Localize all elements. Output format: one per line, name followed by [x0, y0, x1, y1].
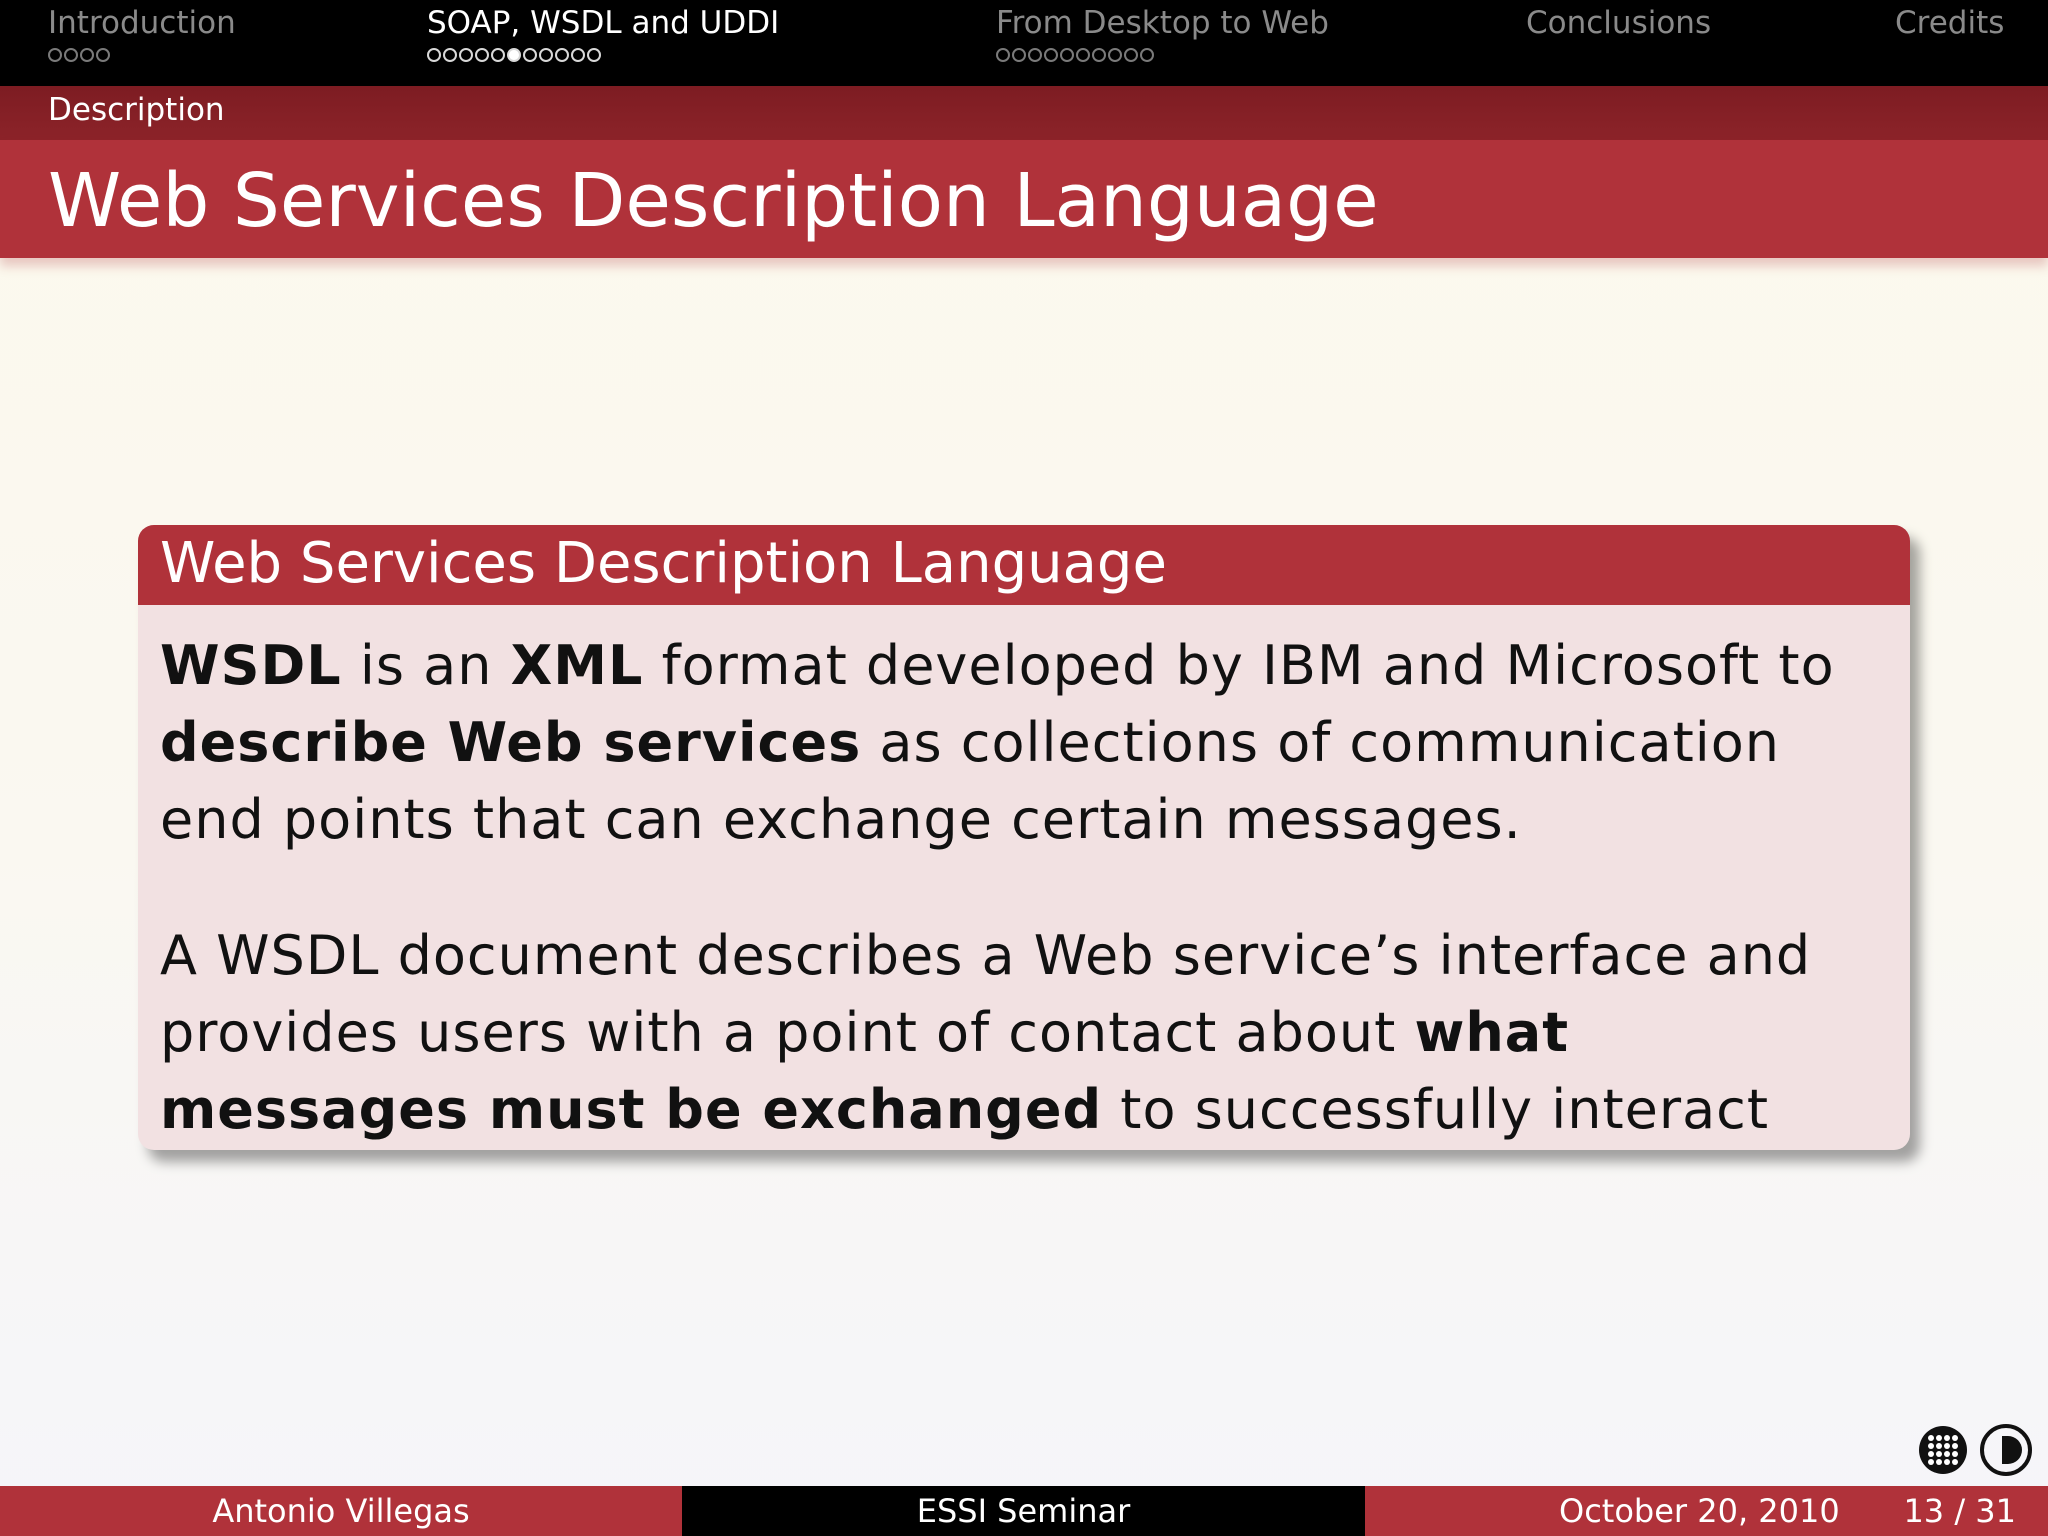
emphasis-term: describe Web services [160, 711, 862, 774]
frame-dot[interactable] [587, 48, 601, 62]
frame-dot[interactable] [475, 48, 489, 62]
subsection-bar: Description [0, 86, 2048, 140]
definition-block: Web Services Description Language WSDL i… [138, 525, 1910, 1150]
nav-section-from-desktop-to-web[interactable]: From Desktop to Web [996, 4, 1329, 62]
frame-title: Web Services Description Language [48, 158, 1379, 244]
block-title: Web Services Description Language [160, 531, 1167, 596]
frame-dot[interactable] [427, 48, 441, 62]
paragraph-wsdl-document: A WSDL document describes a Web service’… [160, 917, 1888, 1150]
doctorate-logo-icon [1980, 1424, 2032, 1476]
block-body: WSDL is an XML format developed by IBM a… [138, 605, 1910, 1150]
nav-section-title[interactable]: From Desktop to Web [996, 4, 1329, 42]
frame-dot[interactable] [539, 48, 553, 62]
frame-dot[interactable] [1012, 48, 1026, 62]
footer-bar: Antonio Villegas ESSI Seminar October 20… [0, 1486, 2048, 1536]
page-counter: 13 / 31 [1903, 1492, 2016, 1530]
emphasis-term: XML [510, 634, 644, 697]
frame-dot[interactable] [459, 48, 473, 62]
nav-section-title[interactable]: Conclusions [1526, 4, 1711, 42]
frame-dot[interactable] [1076, 48, 1090, 62]
footer-right: October 20, 2010 13 / 31 [1365, 1486, 2048, 1536]
block-header: Web Services Description Language [138, 525, 1910, 605]
nav-frame-dots [48, 48, 236, 62]
frame-dot[interactable] [555, 48, 569, 62]
frame-dot[interactable] [1092, 48, 1106, 62]
frame-dot[interactable] [523, 48, 537, 62]
section-navigation: Introduction SOAP, WSDL and UDDI From De… [0, 0, 2048, 86]
frame-dot[interactable] [1044, 48, 1058, 62]
frame-dot[interactable] [48, 48, 62, 62]
nav-section-conclusions[interactable]: Conclusions [1526, 4, 1711, 42]
nav-frame-dots [996, 48, 1329, 62]
frame-dot[interactable] [443, 48, 457, 62]
frame-title-bar: Web Services Description Language [0, 140, 2048, 258]
frame-dot[interactable] [1108, 48, 1122, 62]
nav-section-title[interactable]: Credits [1895, 4, 2004, 42]
frame-dot[interactable] [571, 48, 585, 62]
paragraph-wsdl-definition: WSDL is an XML format developed by IBM a… [160, 627, 1888, 858]
footer-date: October 20, 2010 [1559, 1492, 1840, 1530]
nav-section-title[interactable]: Introduction [48, 4, 236, 42]
frame-dot[interactable] [1060, 48, 1074, 62]
footer-author: Antonio Villegas [0, 1486, 682, 1536]
frame-dot[interactable] [80, 48, 94, 62]
subsection-title[interactable]: Description [48, 92, 225, 128]
nav-section-credits[interactable]: Credits [1895, 4, 2004, 42]
nav-section-title[interactable]: SOAP, WSDL and UDDI [427, 4, 779, 42]
footer-event: ESSI Seminar [682, 1486, 1365, 1536]
frame-dot[interactable] [1028, 48, 1042, 62]
emphasis-term: WSDL [160, 634, 342, 697]
nav-section-introduction[interactable]: Introduction [48, 4, 236, 62]
nav-frame-dots [427, 48, 779, 62]
body-text: format developed by IBM and Microsoft to [643, 634, 1835, 697]
frame-dot[interactable] [1124, 48, 1138, 62]
upc-logo-icon [1919, 1426, 1967, 1474]
frame-dot[interactable] [1140, 48, 1154, 62]
frame-dot[interactable] [491, 48, 505, 62]
body-text: is an [341, 634, 511, 697]
nav-section-soap-wsdl-uddi[interactable]: SOAP, WSDL and UDDI [427, 4, 779, 62]
frame-dot[interactable] [96, 48, 110, 62]
frame-dot[interactable] [64, 48, 78, 62]
current-frame-dot[interactable] [507, 48, 521, 62]
frame-dot[interactable] [996, 48, 1010, 62]
